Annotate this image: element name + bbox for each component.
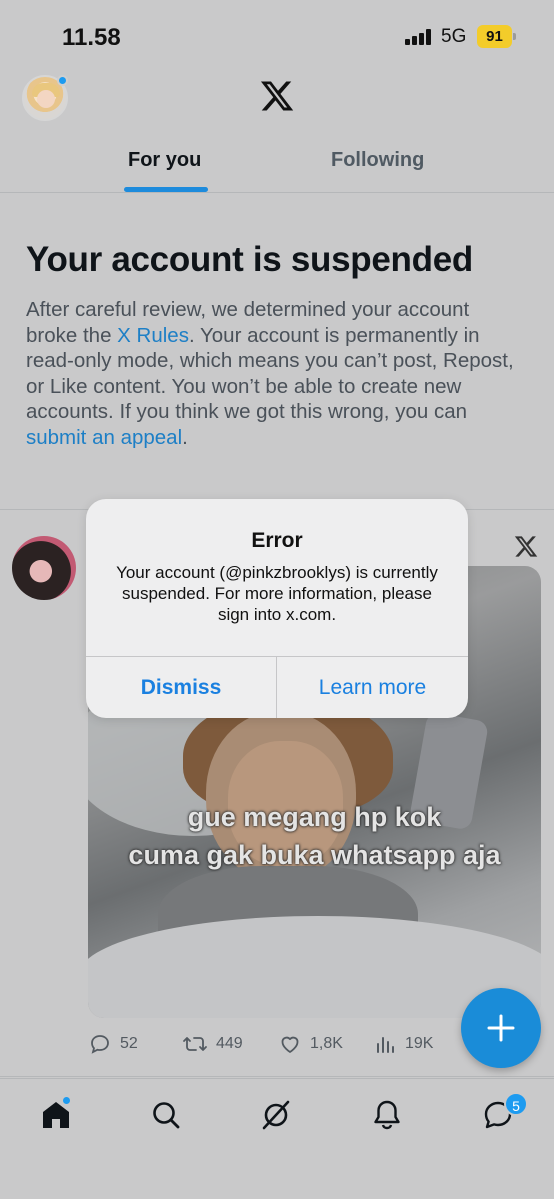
grok-icon[interactable] [258,1097,294,1133]
notifications-icon[interactable] [369,1097,405,1133]
repost-icon [183,1037,207,1051]
x-logo-icon[interactable] [258,78,296,114]
battery-level: 91 [477,25,512,48]
caption-line: cuma gak buka whatsapp aja [128,840,501,870]
tab-following[interactable]: Following [331,149,424,172]
dismiss-button[interactable]: Dismiss [86,657,276,718]
view-count: 19K [405,1035,434,1052]
notice-text: . [182,425,188,449]
learn-more-button[interactable]: Learn more [277,657,468,718]
active-tab-indicator [124,187,208,192]
x-app-screen: 11.58 5G 91 For you Following Your accou… [0,0,554,1199]
views-icon [377,1037,394,1053]
plus-icon [487,1014,515,1042]
home-notification-dot [61,1095,72,1106]
x-rules-link[interactable]: X Rules [117,324,189,347]
divider [0,1076,554,1077]
messages-badge: 5 [504,1092,528,1116]
caption-line: gue megang hp kok [187,802,442,832]
alert-message: Your account (@pinkzbrooklys) is current… [116,563,438,624]
status-bar: 11.58 5G 91 [0,0,554,70]
network-type: 5G [441,26,467,47]
post-author-avatar[interactable] [12,536,76,600]
suspended-title: Your account is suspended [26,240,473,279]
battery-icon: 91 [477,25,517,48]
repost-button[interactable]: 449 [182,1030,243,1058]
profile-notification-dot [57,75,68,86]
reply-count: 52 [120,1035,138,1052]
tab-for-you[interactable]: For you [128,149,201,172]
repost-count: 449 [216,1035,243,1052]
like-count: 1,8K [310,1035,343,1052]
error-alert-dialog: Error Your account (@pinkzbrooklys) is c… [86,499,468,718]
reply-icon [91,1035,109,1054]
suspended-message: After careful review, we determined your… [26,297,526,450]
status-time: 11.58 [62,24,121,51]
bottom-navigation: 5 [0,1078,554,1199]
like-button[interactable]: 1,8K [278,1030,343,1058]
signal-icon [405,29,433,45]
submit-appeal-link[interactable]: submit an appeal [26,426,182,449]
image-caption: gue megang hp kok cuma gak buka whatsapp… [88,798,541,874]
compose-post-button[interactable] [461,988,541,1068]
alert-title: Error [251,529,303,552]
heart-icon [281,1036,299,1053]
views-button[interactable]: 19K [375,1030,433,1058]
reply-button[interactable]: 52 [88,1030,138,1058]
search-icon[interactable] [148,1097,184,1133]
timeline-tabs: For you Following [0,135,554,193]
x-logo-icon [514,536,538,557]
